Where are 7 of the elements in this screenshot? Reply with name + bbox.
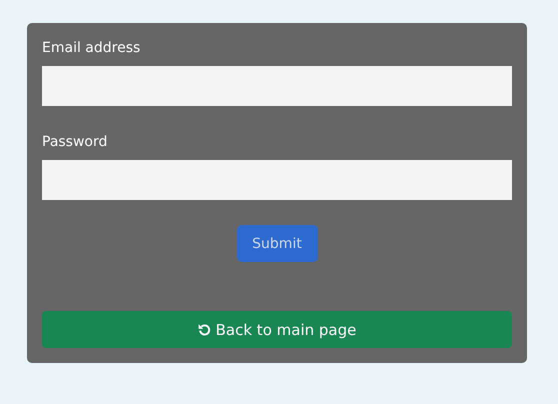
input-field[interactable] — [42, 160, 512, 200]
back-button[interactable]: Back to main page — [42, 311, 512, 348]
input-field[interactable] — [42, 66, 512, 106]
field-label: Email address — [42, 40, 142, 56]
undo-icon — [198, 323, 211, 336]
field-label: Password — [42, 134, 108, 150]
submit-button[interactable]: Submit — [236, 225, 318, 262]
